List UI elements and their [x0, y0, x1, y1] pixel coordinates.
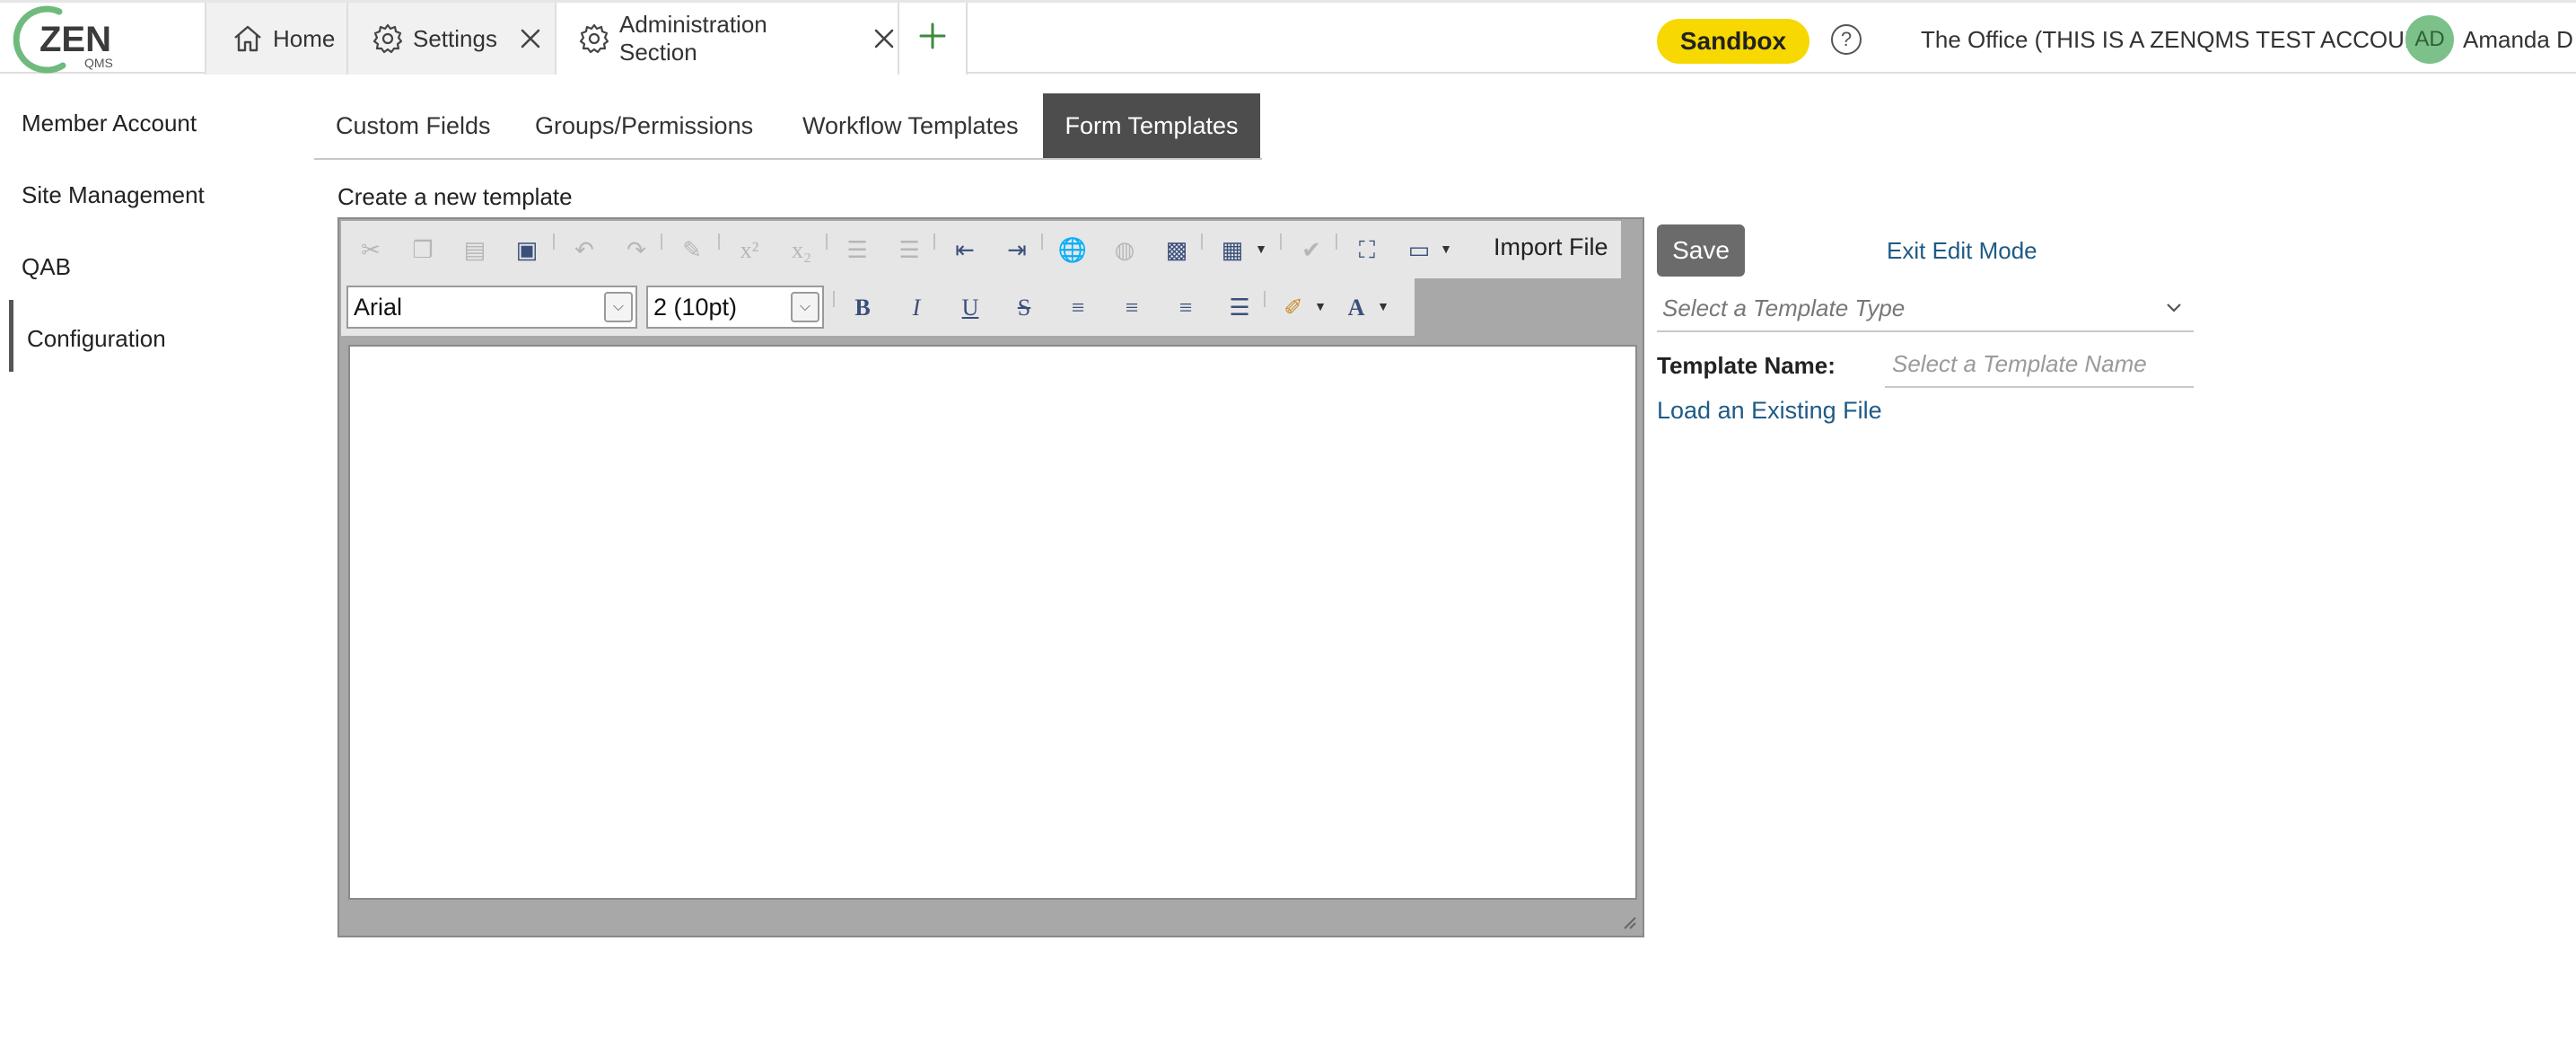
align-left-icon[interactable]: ≡ — [1061, 291, 1095, 325]
gear-icon — [372, 22, 404, 55]
italic-icon[interactable]: I — [899, 291, 933, 325]
form-field-dropdown-icon[interactable]: ▼ — [1429, 233, 1463, 268]
config-subtabs: Custom Fields Groups/Permissions Workflo… — [314, 93, 1262, 160]
toolbar-separator — [661, 233, 662, 250]
font-family-select[interactable]: Arial ⌵ — [346, 286, 637, 329]
font-size-select[interactable]: 2 (10pt) ⌵ — [646, 286, 824, 329]
superscript-icon[interactable]: x² — [732, 233, 767, 268]
toolbar-separator — [1041, 233, 1043, 250]
table-dropdown-icon[interactable]: ▼ — [1244, 233, 1278, 268]
bullet-list-icon[interactable]: ☰ — [892, 233, 926, 268]
strikethrough-icon[interactable]: S — [1007, 291, 1041, 325]
exit-edit-mode-link[interactable]: Exit Edit Mode — [1887, 237, 2037, 265]
sidebar-item-member-account[interactable]: Member Account — [22, 110, 197, 137]
resize-grip-icon[interactable] — [1619, 912, 1637, 930]
import-file-button[interactable]: Import File — [1494, 233, 1608, 261]
bold-icon[interactable]: B — [846, 291, 880, 325]
remove-link-icon[interactable]: ◍ — [1108, 233, 1142, 268]
insert-image-icon[interactable]: ▩ — [1160, 233, 1194, 268]
tab-administration-section[interactable]: Administration Section — [555, 3, 898, 75]
toolbar-separator — [1280, 233, 1282, 250]
spellcheck-check-icon[interactable]: ✔ — [1294, 233, 1328, 268]
sidebar-item-configuration[interactable]: Configuration — [27, 325, 166, 353]
outdent-icon[interactable]: ⇤ — [948, 233, 982, 268]
justify-icon[interactable]: ☰ — [1222, 291, 1257, 325]
ordered-list-icon[interactable]: ☰ — [840, 233, 874, 268]
font-family-value: Arial — [354, 293, 403, 321]
toolbar-separator — [833, 291, 835, 307]
spellcheck-icon[interactable]: ✎ — [675, 233, 709, 268]
help-icon[interactable]: ? — [1831, 24, 1862, 55]
tab-settings[interactable]: Settings — [346, 3, 555, 75]
fullscreen-icon[interactable]: ⛶ — [1350, 233, 1384, 268]
redo-icon[interactable]: ↷ — [619, 233, 653, 268]
sidebar-item-qab[interactable]: QAB — [22, 253, 71, 281]
zenqms-logo[interactable]: ZEN QMS — [13, 4, 120, 75]
rich-text-editor: ✂ ❐ ▤ ▣ ↶ ↷ ✎ x² x₂ ☰ ☰ ⇤ ⇥ 🌐 ◍ ▩ ▦ ▼ ✔ … — [337, 217, 1644, 937]
editor-toolbar-row-2: Arial ⌵ 2 (10pt) ⌵ B I U S ≡ ≡ ≡ ☰ ✐ ▼ A… — [341, 278, 1415, 336]
toolbar-separator — [1201, 233, 1203, 250]
indent-icon[interactable]: ⇥ — [1000, 233, 1034, 268]
align-right-icon[interactable]: ≡ — [1169, 291, 1203, 325]
sidebar-item-site-management[interactable]: Site Management — [22, 181, 205, 209]
top-bar: ZEN QMS Home Settings Administration Sec… — [0, 0, 2576, 75]
toolbar-separator — [933, 233, 935, 250]
cut-icon[interactable]: ✂ — [354, 233, 388, 268]
editor-content-area[interactable] — [348, 345, 1637, 900]
toolbar-separator — [1336, 233, 1337, 250]
plus-icon — [917, 21, 948, 57]
toolbar-separator — [718, 233, 720, 250]
close-icon[interactable] — [871, 25, 898, 52]
save-button[interactable]: Save — [1657, 224, 1745, 277]
sandbox-badge: Sandbox — [1657, 19, 1809, 64]
template-type-select[interactable]: Select a Template Type — [1657, 286, 2194, 332]
font-color-dropdown-icon[interactable]: ▼ — [1366, 291, 1400, 325]
template-name-input[interactable] — [1885, 341, 2194, 388]
close-icon[interactable] — [517, 25, 544, 52]
logo-text: ZEN — [39, 20, 111, 59]
underline-icon[interactable]: U — [953, 291, 987, 325]
create-template-heading: Create a new template — [337, 183, 573, 210]
highlight-dropdown-icon[interactable]: ▼ — [1303, 291, 1337, 325]
insert-link-icon[interactable]: 🌐 — [1056, 233, 1090, 268]
chevron-down-icon[interactable]: ⌵ — [604, 292, 633, 322]
home-icon — [232, 22, 264, 55]
load-existing-file-link[interactable]: Load an Existing File — [1657, 397, 1882, 425]
toolbar-separator — [553, 233, 555, 250]
copy-icon[interactable]: ❐ — [406, 233, 440, 268]
subscript-icon[interactable]: x₂ — [784, 233, 819, 268]
tab-home[interactable]: Home — [205, 3, 346, 75]
account-name[interactable]: The Office (THIS IS A ZENQMS TEST ACCOUN… — [1921, 26, 2443, 54]
tab-settings-label: Settings — [413, 24, 497, 52]
undo-icon[interactable]: ↶ — [567, 233, 601, 268]
sidebar-active-indicator — [9, 300, 13, 372]
editor-toolbar-row-1: ✂ ❐ ▤ ▣ ↶ ↷ ✎ x² x₂ ☰ ☰ ⇤ ⇥ 🌐 ◍ ▩ ▦ ▼ ✔ … — [341, 221, 1621, 278]
chevron-down-icon[interactable]: ⌵ — [791, 292, 819, 322]
template-name-label: Template Name: — [1657, 352, 1836, 379]
tab-workflow-templates[interactable]: Workflow Templates — [802, 93, 1019, 158]
avatar[interactable]: AD — [2405, 15, 2454, 64]
add-tab-button[interactable] — [898, 3, 968, 75]
chevron-down-icon[interactable] — [2163, 296, 2185, 318]
tab-admin-label: Administration Section — [619, 11, 767, 66]
toolbar-separator — [1264, 291, 1266, 307]
toolbar-separator — [826, 233, 828, 250]
logo-subtext: QMS — [84, 56, 113, 70]
gear-icon — [578, 22, 610, 55]
tab-home-label: Home — [273, 24, 336, 52]
paste-icon[interactable]: ▤ — [458, 233, 492, 268]
align-center-icon[interactable]: ≡ — [1115, 291, 1149, 325]
paste-word-icon[interactable]: ▣ — [510, 233, 544, 268]
tab-groups-permissions[interactable]: Groups/Permissions — [535, 93, 753, 158]
font-size-value: 2 (10pt) — [653, 293, 738, 321]
tab-form-templates[interactable]: Form Templates — [1043, 93, 1260, 158]
tab-custom-fields[interactable]: Custom Fields — [336, 93, 491, 158]
template-type-placeholder: Select a Template Type — [1662, 294, 1906, 321]
user-name[interactable]: Amanda D — [2463, 26, 2573, 54]
